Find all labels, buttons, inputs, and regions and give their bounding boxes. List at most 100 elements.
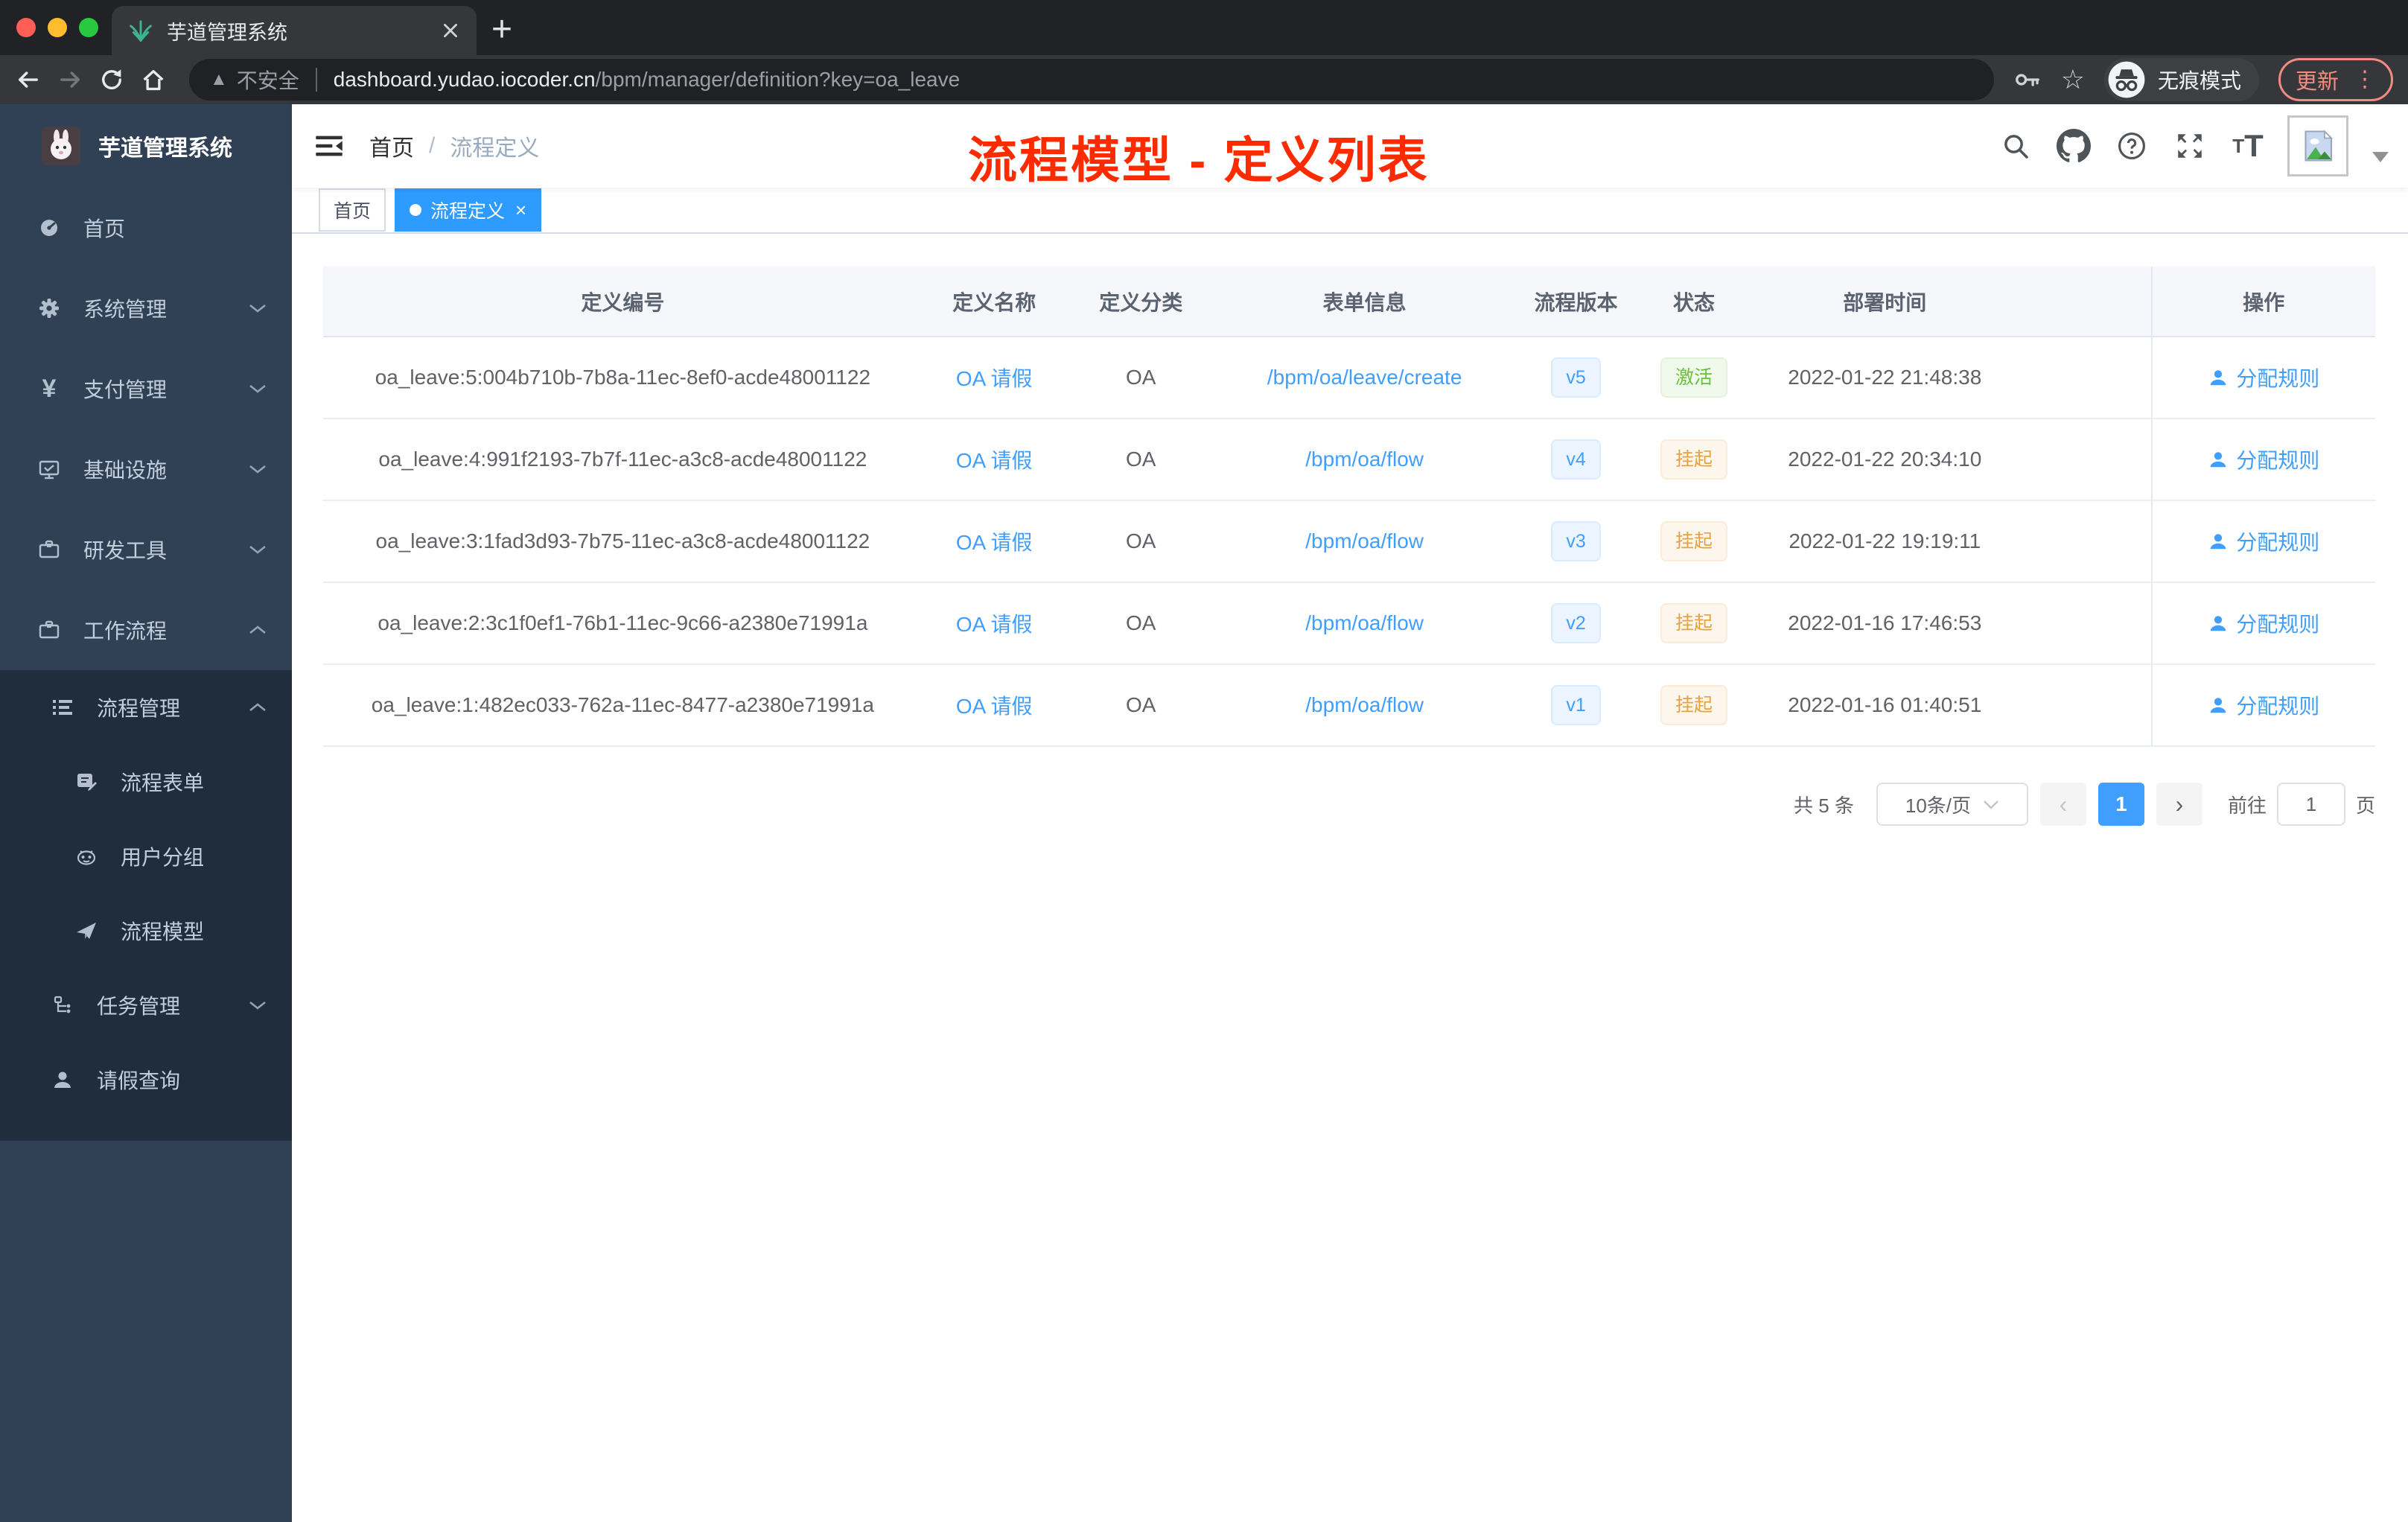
- status-badge: 挂起: [1660, 521, 1727, 561]
- browser-tab-strip: 芋道管理系统 +: [0, 0, 2408, 55]
- monitor-check-icon: [33, 457, 66, 481]
- form-info-link[interactable]: /bpm/oa/flow: [1305, 611, 1424, 634]
- page-size-value: 10条/页: [1905, 794, 1972, 817]
- goto-label: 前往: [2227, 794, 2267, 817]
- status-badge: 激活: [1660, 357, 1727, 398]
- bookmark-star-icon[interactable]: ☆: [2061, 64, 2085, 95]
- search-icon[interactable]: [1997, 124, 2034, 168]
- cell-category: OA: [1066, 337, 1216, 419]
- col-actions: 操作: [2150, 267, 2375, 337]
- form-info-link[interactable]: /bpm/oa/flow: [1305, 693, 1424, 716]
- definition-name-link[interactable]: OA 请假: [956, 367, 1033, 390]
- person-icon: [46, 1069, 79, 1091]
- col-status: 状态: [1638, 267, 1750, 337]
- version-badge[interactable]: v5: [1551, 357, 1601, 398]
- table-row: oa_leave:5:004b710b-7b8a-11ec-8ef0-acde4…: [323, 337, 2375, 419]
- menu-kebab-icon[interactable]: ⋮: [2354, 69, 2376, 91]
- minimize-window-button[interactable]: [48, 18, 67, 37]
- version-badge[interactable]: v4: [1551, 439, 1601, 480]
- hamburger-icon[interactable]: [314, 133, 344, 159]
- tag-process-definition[interactable]: 流程定义 ×: [395, 188, 542, 232]
- url-bar[interactable]: ▲ 不安全 dashboard.yudao.iocoder.cn /bpm/ma…: [189, 59, 1994, 101]
- sidebar-item-process-model[interactable]: 流程模型: [0, 894, 292, 968]
- definition-name-link[interactable]: OA 请假: [956, 613, 1033, 636]
- dashboard-icon: [33, 216, 66, 240]
- definition-name-link[interactable]: OA 请假: [956, 695, 1033, 718]
- security-label[interactable]: 不安全: [237, 65, 299, 95]
- toolbar-right: ☆ 无痕模式 更新 ⋮: [2013, 58, 2393, 101]
- forward-icon[interactable]: [57, 66, 98, 93]
- reload-icon[interactable]: [98, 66, 140, 93]
- sidebar-item-infrastructure[interactable]: 基础设施: [0, 429, 292, 509]
- form-info-link[interactable]: /bpm/oa/flow: [1305, 448, 1424, 471]
- assign-rule-button[interactable]: 分配规则: [2208, 445, 2319, 474]
- cell-deploy-time: 2022-01-16 17:46:53: [1749, 582, 2021, 665]
- sidebar-item-process-management[interactable]: 流程管理: [0, 670, 292, 745]
- version-badge[interactable]: v2: [1551, 603, 1601, 643]
- col-deploy-time: 部署时间: [1749, 267, 2021, 337]
- avatar-broken-image[interactable]: [2287, 115, 2348, 176]
- version-badge[interactable]: v3: [1551, 521, 1601, 561]
- fullscreen-icon[interactable]: [2171, 124, 2208, 168]
- chevron-down-icon: [1984, 800, 1998, 809]
- sidebar-logo-row: 芋道管理系统: [0, 104, 292, 188]
- password-key-icon[interactable]: [2013, 66, 2042, 94]
- github-icon[interactable]: [2055, 124, 2092, 168]
- sidebar-item-dev-tools[interactable]: 研发工具: [0, 509, 292, 590]
- next-page-button[interactable]: ›: [2156, 783, 2202, 826]
- col-definition-category: 定义分类: [1066, 267, 1216, 337]
- form-info-link[interactable]: /bpm/oa/flow: [1305, 529, 1424, 553]
- goto-page-input[interactable]: [2276, 783, 2345, 826]
- sidebar-item-leave-query[interactable]: 请假查询: [0, 1042, 292, 1117]
- page-1-button[interactable]: 1: [2098, 783, 2144, 826]
- assign-rule-button[interactable]: 分配规则: [2208, 363, 2319, 392]
- version-badge[interactable]: v1: [1551, 685, 1601, 725]
- font-size-icon[interactable]: TT: [2229, 124, 2267, 168]
- back-icon[interactable]: [15, 66, 57, 93]
- home-icon[interactable]: [140, 66, 182, 93]
- app-frame: 芋道管理系统 首页 系统管理 ¥ 支付管理 基础设施 研发工具 工作流程 流程管…: [0, 104, 2408, 1522]
- sidebar-item-system[interactable]: 系统管理: [0, 268, 292, 348]
- sidebar-item-workflow[interactable]: 工作流程: [0, 590, 292, 670]
- prev-page-button[interactable]: ‹: [2039, 783, 2086, 826]
- sidebar-item-process-form[interactable]: 流程表单: [0, 745, 292, 819]
- definition-name-link[interactable]: OA 请假: [956, 531, 1033, 554]
- col-process-version: 流程版本: [1513, 267, 1639, 337]
- help-icon[interactable]: [2113, 124, 2150, 168]
- menu-label: 请假查询: [97, 1069, 181, 1092]
- url-domain: dashboard.yudao.iocoder.cn: [333, 68, 596, 91]
- table-header-row: 定义编号 定义名称 定义分类 表单信息 流程版本 状态 部署时间 操作: [323, 267, 2375, 337]
- tab-close-icon[interactable]: [441, 21, 460, 40]
- sidebar-item-home[interactable]: 首页: [0, 188, 292, 268]
- robot-face-icon: [70, 845, 103, 867]
- sidebar-menu: 首页 系统管理 ¥ 支付管理 基础设施 研发工具 工作流程 流程管理 流程表单 …: [0, 188, 292, 1141]
- cell-definition-id: oa_leave:4:991f2193-7b7f-11ec-a3c8-acde4…: [323, 418, 923, 501]
- tag-close-icon[interactable]: ×: [515, 199, 526, 222]
- assign-rule-button[interactable]: 分配规则: [2208, 690, 2319, 720]
- update-button[interactable]: 更新 ⋮: [2278, 58, 2393, 101]
- table-row: oa_leave:2:3c1f0ef1-76b1-11ec-9c66-a2380…: [323, 582, 2375, 665]
- assign-rule-button[interactable]: 分配规则: [2208, 608, 2319, 638]
- assign-rule-button[interactable]: 分配规则: [2208, 526, 2319, 556]
- table-row: oa_leave:1:482ec033-762a-11ec-8477-a2380…: [323, 664, 2375, 747]
- toolbox-icon: [33, 538, 66, 561]
- cell-definition-id: oa_leave:1:482ec033-762a-11ec-8477-a2380…: [323, 664, 923, 747]
- sidebar-item-payment[interactable]: ¥ 支付管理: [0, 348, 292, 429]
- browser-tab[interactable]: 芋道管理系统: [112, 6, 477, 55]
- breadcrumb-home[interactable]: 首页: [369, 130, 414, 162]
- avatar-dropdown-caret[interactable]: [2372, 152, 2389, 162]
- form-info-link[interactable]: /bpm/oa/leave/create: [1267, 366, 1462, 389]
- new-tab-button[interactable]: +: [491, 9, 512, 51]
- definition-name-link[interactable]: OA 请假: [956, 449, 1033, 472]
- page-size-select[interactable]: 10条/页: [1876, 783, 2028, 826]
- tag-home[interactable]: 首页: [319, 188, 386, 232]
- sidebar-item-user-group[interactable]: 用户分组: [0, 819, 292, 894]
- menu-label: 工作流程: [83, 620, 168, 643]
- sidebar-item-task-management[interactable]: 任务管理: [0, 968, 292, 1042]
- maximize-window-button[interactable]: [79, 18, 98, 37]
- chevron-down-icon: [249, 464, 267, 474]
- close-window-button[interactable]: [16, 18, 36, 37]
- cell-category: OA: [1066, 500, 1216, 583]
- menu-label: 系统管理: [83, 298, 168, 321]
- paper-plane-icon: [70, 920, 103, 942]
